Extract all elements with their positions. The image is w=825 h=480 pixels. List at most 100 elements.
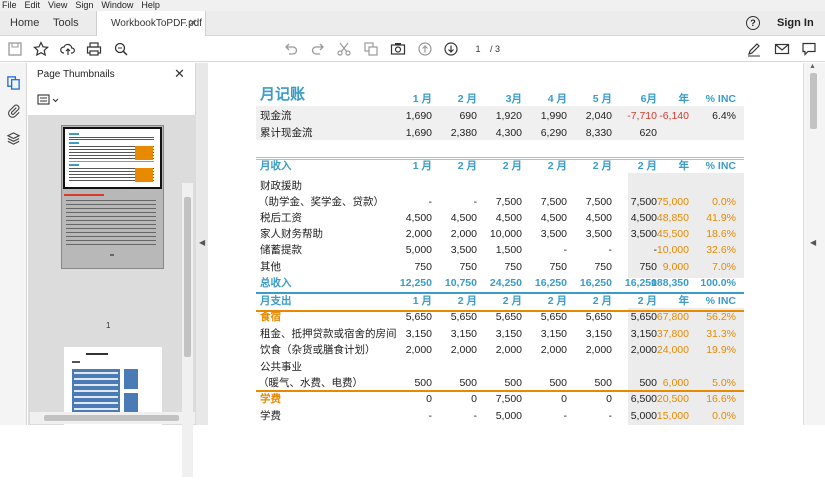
- panel-splitter[interactable]: ◀: [196, 63, 208, 425]
- cell-value: 12,250: [399, 277, 432, 289]
- cell-value: 1,690: [405, 127, 432, 139]
- cell-value: 7,500: [495, 196, 522, 208]
- cell-value: 0: [606, 393, 612, 405]
- cell-value: 2,380: [450, 127, 477, 139]
- row-label: 税后工资: [260, 212, 302, 224]
- print-icon[interactable]: [86, 41, 102, 57]
- row-label: 学费: [260, 393, 281, 405]
- sign-pen-icon[interactable]: [746, 41, 762, 57]
- row-label: 学费: [260, 410, 281, 422]
- snapshot-icon[interactable]: [390, 41, 406, 57]
- document-scrollbar-thumb[interactable]: [810, 73, 817, 129]
- cell-value: 3,150: [585, 328, 612, 340]
- cell-value: 750: [594, 261, 612, 273]
- income-row: 财政援助: [208, 178, 803, 194]
- redo-icon[interactable]: [310, 41, 326, 57]
- menu-sign[interactable]: Sign: [75, 0, 93, 11]
- page-thumbnail-1[interactable]: [61, 125, 164, 269]
- cell-value: 4,500: [405, 212, 432, 224]
- expense-row: 学费 0 0 7,500 0 0 6,500 20,500 16.6%: [208, 391, 803, 407]
- thumbnails-panel: Page Thumbnails ✕ 1: [28, 63, 196, 477]
- page-number-input[interactable]: 1: [467, 42, 489, 56]
- tab-home[interactable]: Home: [10, 11, 39, 36]
- undo-icon[interactable]: [283, 41, 299, 57]
- thumbnail-options-icon[interactable]: [37, 93, 61, 107]
- income-row: 家人财务帮助 2,000 2,000 10,000 3,500 3,500 3,500 45,…: [208, 226, 803, 242]
- cell-value: 620: [639, 127, 657, 139]
- cell-value: 750: [459, 261, 477, 273]
- cell-value: 750: [504, 261, 522, 273]
- page-up-icon[interactable]: [417, 41, 433, 57]
- attachment-icon[interactable]: [6, 103, 21, 118]
- expense-row: 饮食（杂货或膳食计划） 2,000 2,000 2,000 2,000 2,000 2,00…: [208, 342, 803, 358]
- income-header-row: 月收入 1 月2 月2 月2 月2 月2 月年% INC: [208, 158, 803, 174]
- year-total: 9,000: [662, 261, 689, 273]
- cell-value: 500: [549, 377, 567, 389]
- search-icon[interactable]: [113, 41, 129, 57]
- cell-value: 10,750: [444, 277, 477, 289]
- cell-value: 2,000: [405, 228, 432, 240]
- panel-scrollbar-thumb[interactable]: [184, 197, 191, 357]
- thumbnail-viewport-frame: [63, 127, 162, 189]
- page-down-icon[interactable]: [443, 41, 459, 57]
- copy-icon[interactable]: [363, 41, 379, 57]
- scroll-up-icon[interactable]: ▲: [809, 63, 816, 70]
- cell-value: 2 月: [547, 160, 567, 172]
- star-icon[interactable]: [33, 41, 49, 57]
- cell-value: 2,000: [405, 344, 432, 356]
- year-total: 年: [678, 160, 690, 172]
- cell-value: 5,650: [405, 311, 432, 323]
- sheet-title-row: 月记账 1 月2 月 3月 4 月5 月 6月年% INC: [208, 87, 803, 107]
- cell-value: 500: [504, 377, 522, 389]
- menu-window[interactable]: Window: [101, 0, 133, 11]
- panel-title: Page Thumbnails: [37, 69, 115, 80]
- right-scrollbar[interactable]: ▲ ◀: [803, 63, 825, 425]
- menu-file[interactable]: File: [2, 0, 17, 11]
- cell-value: 0: [471, 393, 477, 405]
- layers-icon[interactable]: [6, 131, 21, 146]
- close-tab-icon[interactable]: ✕: [189, 11, 197, 36]
- tab-document[interactable]: WorkbookToPDF.pdf ✕: [96, 11, 206, 36]
- cell-value: 1,690: [405, 110, 432, 122]
- income-total-row: 总收入 12,250 10,750 24,250 16,250 16,250 16,250 1…: [208, 275, 803, 291]
- cell-value: 1,990: [540, 110, 567, 122]
- cell-value: 6,290: [540, 127, 567, 139]
- expense-row: 学费 - -5,000- -5,000 15,000 0.0%: [208, 408, 803, 424]
- cell-value: 3,500: [540, 228, 567, 240]
- scissors-icon[interactable]: [336, 41, 352, 57]
- row-label: 公共事业: [260, 361, 302, 373]
- cell-value: 4,500: [450, 212, 477, 224]
- percent-increase: 6.4%: [712, 110, 736, 122]
- year-total: 年: [678, 295, 690, 307]
- row-label: 饮食（杂货或膳食计划）: [260, 344, 376, 356]
- expand-right-panel-icon[interactable]: ◀: [810, 238, 816, 247]
- thumbnails-icon[interactable]: [6, 75, 21, 90]
- panel-scrollbar[interactable]: [182, 183, 193, 477]
- cell-value: 5,650: [495, 311, 522, 323]
- panel-horizontal-scrollbar-thumb[interactable]: [44, 415, 179, 421]
- collapse-panel-icon[interactable]: ◀: [199, 238, 205, 247]
- menu-edit[interactable]: Edit: [25, 0, 41, 11]
- sign-in-button[interactable]: Sign In: [777, 17, 814, 29]
- year-total: 10,000: [656, 244, 689, 256]
- upload-cloud-icon[interactable]: [60, 41, 76, 57]
- year-total: 188,350: [651, 277, 689, 289]
- cell-value: 5,000: [405, 244, 432, 256]
- expense-row: （暖气、水费、电费） 500 500 500 500 500 500 6,000 5.0%: [208, 375, 803, 391]
- menu-view[interactable]: View: [48, 0, 67, 11]
- cell-value: 4 月: [547, 93, 567, 105]
- save-icon[interactable]: [7, 41, 23, 57]
- cell-value: 8,330: [585, 127, 612, 139]
- menu-help[interactable]: Help: [141, 0, 160, 11]
- cell-value: 0: [426, 393, 432, 405]
- mail-icon[interactable]: [774, 41, 790, 57]
- cell-value: 16,250: [534, 277, 567, 289]
- panel-horizontal-scrollbar[interactable]: [30, 412, 195, 424]
- percent-increase: 5.0%: [712, 377, 736, 389]
- help-icon[interactable]: ?: [746, 16, 760, 30]
- cell-value: 2 月: [457, 160, 477, 172]
- tab-tools[interactable]: Tools: [53, 11, 79, 36]
- close-panel-icon[interactable]: ✕: [174, 66, 185, 82]
- percent-increase: % INC: [705, 93, 736, 105]
- comment-icon[interactable]: [801, 41, 817, 57]
